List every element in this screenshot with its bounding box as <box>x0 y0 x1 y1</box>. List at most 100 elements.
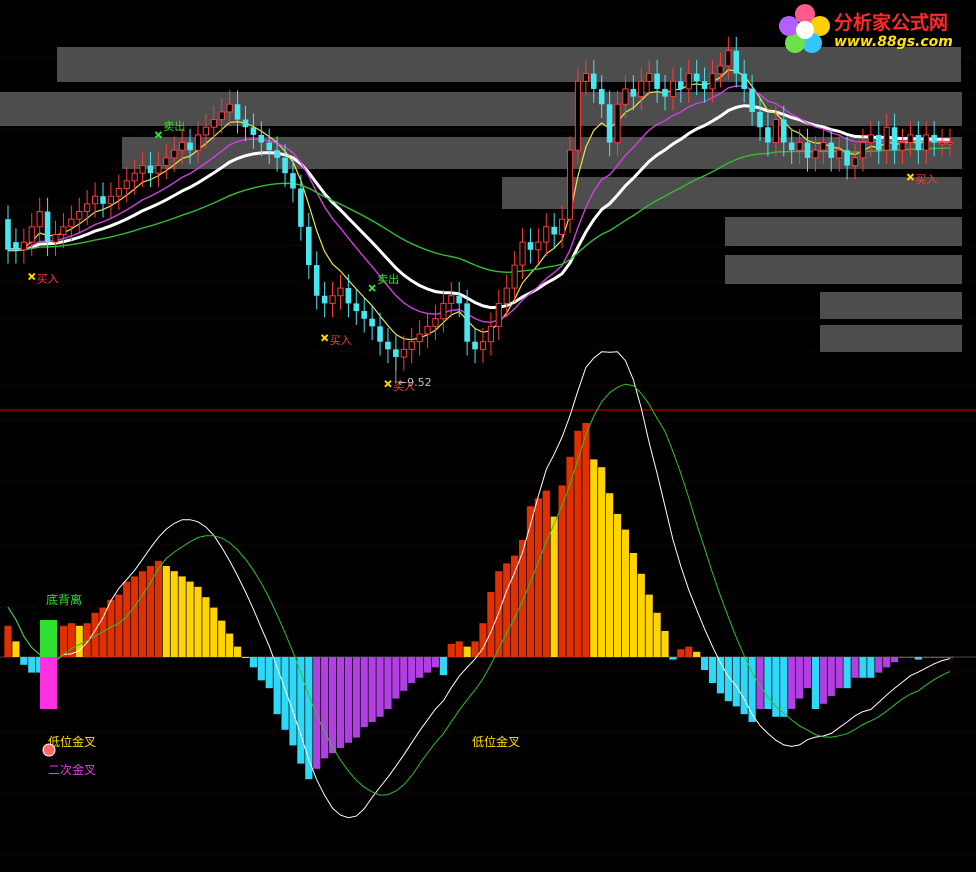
macd-bar-positive <box>447 644 455 657</box>
candle-body-down <box>456 295 463 304</box>
macd-bar-positive <box>677 649 685 657</box>
macd-bar-negative <box>28 657 36 673</box>
candle-body-up <box>495 302 502 327</box>
candle-body-up <box>202 126 209 136</box>
macd-bar-positive <box>463 646 471 657</box>
macd-bar-positive <box>194 586 202 657</box>
macd-bar-positive <box>645 594 653 657</box>
macd-bar-positive <box>606 493 614 657</box>
candle-body-up <box>907 134 914 144</box>
candle-body-up <box>503 287 510 304</box>
candle-body-up <box>194 134 202 151</box>
candle-body-up <box>938 142 946 145</box>
macd-bar-positive <box>661 631 669 657</box>
candle-body-up <box>84 203 91 212</box>
candle-body-down <box>472 341 478 350</box>
candle-body-down <box>361 311 368 319</box>
candle-body-up <box>535 241 542 251</box>
macd-bar-positive <box>906 657 915 658</box>
candle-body-down <box>678 81 684 89</box>
macd-bar-negative <box>321 657 329 759</box>
macd-bar-negative <box>416 657 424 678</box>
macd-bar-positive <box>613 514 622 657</box>
macd-bar-positive <box>621 529 630 657</box>
candle-body-down <box>931 134 937 143</box>
macd-bar-positive <box>226 633 234 657</box>
candle-body-up <box>812 149 819 159</box>
macd-bar-positive <box>542 490 550 657</box>
macd-bar-negative <box>795 657 804 699</box>
candle-body-down <box>290 173 296 189</box>
macd-bar-negative <box>875 657 883 673</box>
macd-bar-positive <box>186 581 194 657</box>
candle-body-up <box>139 165 146 174</box>
macd-bar-negative <box>827 657 835 696</box>
macd-bar-positive <box>210 607 218 657</box>
macd-bar-negative <box>851 657 859 678</box>
macd-bar-positive <box>938 657 946 658</box>
x-marker-icon <box>28 272 36 281</box>
macd-bar-positive <box>115 594 123 657</box>
candle-body-up <box>559 218 566 235</box>
candle-body-down <box>266 142 273 151</box>
candle-body-up <box>60 226 67 235</box>
macd-bar-negative <box>867 657 875 678</box>
macd-annotation-label: 底背离 <box>46 592 82 607</box>
candle-body-up <box>511 264 518 289</box>
annotation-sell: 卖出 <box>368 272 399 292</box>
candle-body-up <box>20 241 27 251</box>
candle-body-down <box>875 134 882 151</box>
candle-body-down <box>44 211 51 243</box>
x-marker-icon <box>368 284 376 292</box>
candle-body-up <box>487 325 494 343</box>
candle-body-up <box>479 341 487 350</box>
candle-body-down <box>13 242 19 250</box>
price-zone-box <box>0 92 962 126</box>
macd-bar-negative <box>764 657 772 709</box>
annotation-label: 买入 <box>37 273 59 286</box>
flower-icon <box>779 4 830 53</box>
candle-body-down <box>765 127 771 143</box>
candle-body-up <box>68 218 75 228</box>
macd-bar-positive <box>550 516 558 657</box>
candle-body-up <box>36 210 43 228</box>
candle-body-down <box>733 50 740 74</box>
candle-body-down <box>757 111 763 128</box>
macd-bar-positive <box>178 576 186 657</box>
candle-body-up <box>638 80 645 98</box>
annotation-label: 卖出 <box>377 272 399 286</box>
macd-bar-negative <box>423 657 432 673</box>
candle-body-down <box>147 165 154 174</box>
macd-bar-positive <box>511 555 519 657</box>
macd-bar-positive <box>685 646 693 657</box>
candle-body-down <box>282 157 288 174</box>
candle-body-up <box>400 348 407 358</box>
divergence-marker-bar <box>40 657 57 709</box>
macd-bar-negative <box>859 657 867 678</box>
macd-bar-positive <box>218 620 226 657</box>
macd-bar-positive <box>241 657 250 658</box>
candle-body-up <box>210 119 217 128</box>
macd-bar-negative <box>400 657 408 691</box>
macd-bar-negative <box>803 657 812 689</box>
macd-bar-negative <box>788 657 796 709</box>
candle-body-down <box>369 318 375 327</box>
candle-body-up <box>329 295 336 304</box>
macd-bar-negative <box>384 657 392 709</box>
candle-body-up <box>622 88 629 105</box>
candle-body-down <box>353 303 360 312</box>
candle-body-down <box>693 73 700 82</box>
candle-body-up <box>171 149 178 159</box>
macd-bar-negative <box>305 657 313 780</box>
candle-body-down <box>662 88 668 97</box>
macd-annotation-label: 低位金叉 <box>472 734 520 749</box>
macd-bar-negative <box>360 657 368 728</box>
candle-body-down <box>345 288 352 304</box>
candle-body-down <box>741 73 747 89</box>
x-marker-icon <box>154 131 163 139</box>
candle-body-up <box>52 233 59 243</box>
macd-bar-positive <box>629 553 637 657</box>
macd-bar-negative <box>376 657 384 717</box>
candle-body-down <box>828 142 835 158</box>
macd-bar-negative <box>344 657 352 743</box>
